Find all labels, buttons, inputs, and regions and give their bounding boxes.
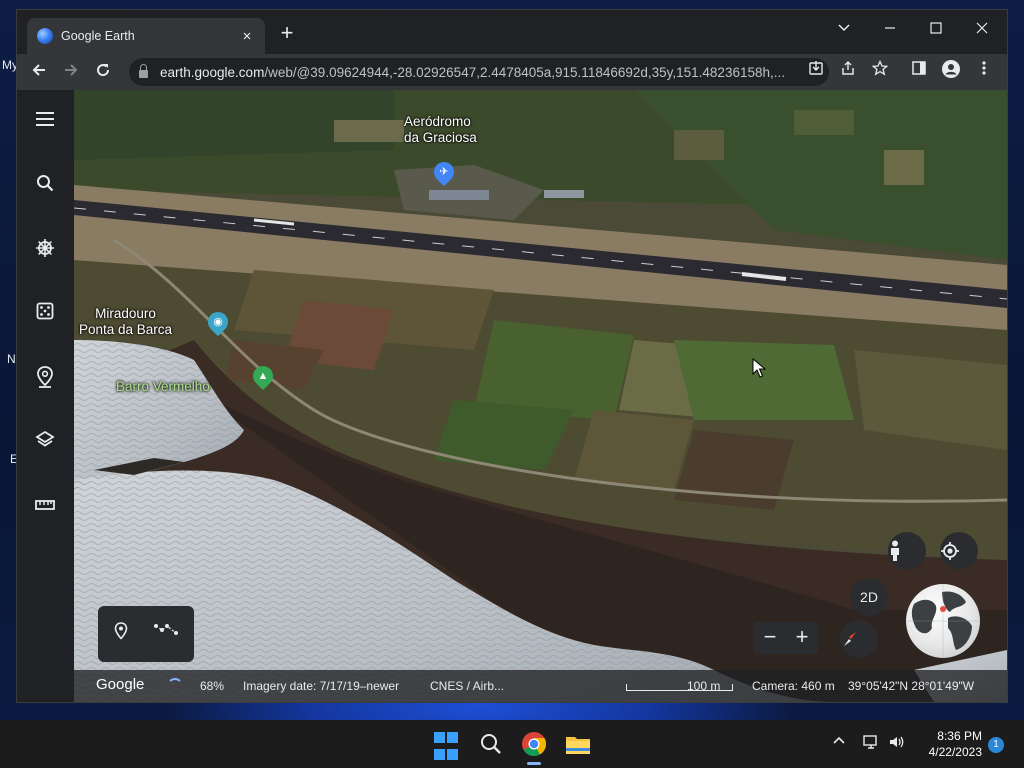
windows-start-icon[interactable]: [430, 728, 470, 768]
network-icon[interactable]: [862, 734, 880, 753]
tab-search-chevron-icon[interactable]: [821, 16, 867, 44]
tray-chevron-up-icon[interactable]: [832, 734, 846, 751]
toggle-2d-button[interactable]: 2D: [850, 578, 888, 616]
new-tab-button[interactable]: +: [275, 22, 299, 46]
loading-percent: 68%: [200, 679, 225, 693]
maximize-button[interactable]: [913, 16, 959, 44]
satellite-map[interactable]: Aeródromo da Graciosa ✈ Miradouro Ponta …: [74, 90, 1007, 702]
url-text: earth.google.com/web/@39.09624944,-28.02…: [160, 65, 785, 80]
bookmark-star-icon[interactable]: [868, 59, 892, 84]
search-icon[interactable]: [33, 174, 57, 198]
desktop-label: N: [7, 352, 16, 366]
map-style-layers-icon[interactable]: [33, 430, 57, 454]
browser-toolbar: earth.google.com/web/@39.09624944,-28.02…: [17, 54, 1007, 90]
airport-label-line1: Aeródromo: [404, 114, 471, 129]
tab-strip: Google Earth × +: [17, 10, 1007, 54]
chrome-menu-icon[interactable]: [972, 60, 996, 84]
cursor-coordinates: 39°05'42"N 28°01'49"W: [848, 679, 975, 693]
tab-close-icon[interactable]: ×: [239, 28, 255, 45]
forward-button[interactable]: [59, 60, 83, 84]
compass-icon[interactable]: [840, 620, 878, 658]
back-button[interactable]: [27, 60, 51, 84]
airport-pin-icon[interactable]: ✈: [429, 157, 459, 187]
reload-button[interactable]: [91, 60, 115, 84]
tab-google-earth[interactable]: Google Earth ×: [27, 18, 265, 54]
menu-hamburger-icon[interactable]: [33, 110, 57, 134]
share-icon[interactable]: [836, 60, 860, 84]
viewpoint-label-line1: Miradouro: [95, 306, 156, 321]
chrome-taskbar-icon[interactable]: [518, 728, 550, 765]
scale-label: 100 m: [687, 679, 721, 693]
google-earth-favicon-icon: [37, 28, 53, 44]
browser-window: Google Earth × + earth.google.com/web/@3…: [17, 10, 1007, 702]
pegman-street-view-icon[interactable]: [888, 532, 926, 570]
desktop-label: My: [2, 58, 18, 72]
status-bar: Google 68% Imagery date: 7/17/19–newer C…: [74, 670, 1007, 702]
feeling-lucky-dice-icon[interactable]: [33, 302, 57, 326]
clock-time: 8:36 PM: [937, 729, 982, 743]
globe-minimap-icon[interactable]: [906, 584, 980, 658]
url-path: /web/@39.09624944,-28.02926547,2.4478405…: [264, 64, 785, 80]
zoom-controls: − +: [754, 622, 818, 654]
volume-icon[interactable]: [888, 734, 906, 753]
viewpoint-label-line2: Ponta da Barca: [79, 322, 173, 337]
clock-date: 4/22/2023: [928, 745, 982, 759]
attribution-link[interactable]: CNES / Airb...: [430, 679, 504, 693]
mouse-pointer-icon: [752, 357, 767, 383]
zoom-out-button[interactable]: −: [754, 622, 786, 654]
install-app-icon[interactable]: [804, 60, 828, 84]
lock-icon: [139, 63, 148, 78]
camera-altitude: Camera: 460 m: [752, 679, 835, 693]
viewpoint-label[interactable]: Miradouro Ponta da Barca: [79, 306, 172, 338]
airport-label-line2: da Graciosa: [404, 130, 477, 145]
drawing-tools-box: [98, 606, 194, 662]
close-window-button[interactable]: [959, 16, 1005, 44]
google-earth-viewport: Aeródromo da Graciosa ✈ Miradouro Ponta …: [17, 90, 1007, 702]
address-bar[interactable]: earth.google.com/web/@39.09624944,-28.02…: [129, 58, 829, 86]
windows-taskbar: 8:36 PM 4/22/2023: [0, 720, 1024, 768]
taskbar-search-icon[interactable]: [474, 728, 506, 760]
add-placemark-icon[interactable]: [114, 622, 138, 646]
voyager-wheel-icon[interactable]: [33, 238, 57, 262]
airport-label[interactable]: Aeródromo da Graciosa: [404, 114, 477, 146]
loading-spinner-icon: [167, 678, 183, 694]
camera-viewpoint-pin-icon[interactable]: ◉: [203, 307, 233, 337]
earth-left-rail: [17, 90, 74, 702]
url-host: earth.google.com: [160, 64, 265, 80]
imagery-date: Imagery date: 7/17/19–newer: [243, 679, 400, 693]
projects-pin-icon[interactable]: [33, 366, 57, 390]
side-panel-icon[interactable]: [907, 60, 931, 84]
my-location-icon[interactable]: [940, 532, 978, 570]
barro-vermelho-label[interactable]: Barro Vermelho: [116, 379, 210, 395]
google-logo: Google: [96, 676, 145, 693]
zoom-in-button[interactable]: +: [786, 622, 818, 654]
notification-badge[interactable]: 1: [988, 737, 1004, 753]
minimize-button[interactable]: [867, 16, 913, 44]
tab-title: Google Earth: [61, 29, 135, 43]
taskbar-clock[interactable]: 8:36 PM 4/22/2023: [908, 728, 982, 760]
park-tree-pin-icon[interactable]: ▲: [248, 361, 278, 391]
file-explorer-icon[interactable]: [562, 728, 594, 760]
draw-path-icon[interactable]: [154, 622, 178, 646]
measure-ruler-icon[interactable]: [33, 494, 57, 518]
profile-avatar-icon[interactable]: [939, 60, 963, 84]
